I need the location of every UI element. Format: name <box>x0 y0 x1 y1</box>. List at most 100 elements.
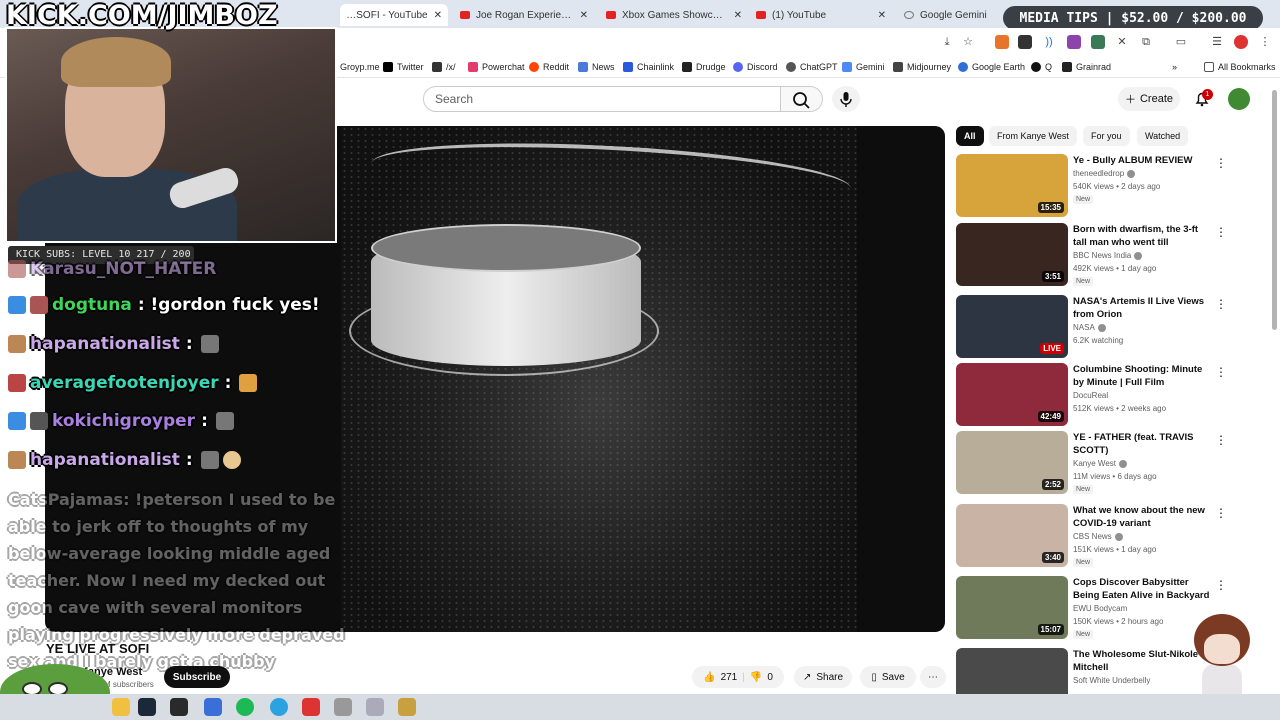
app-icon[interactable] <box>302 698 320 716</box>
account-avatar[interactable] <box>1228 88 1250 110</box>
audio-icon[interactable]: )) <box>1042 35 1056 49</box>
tab-ye-live[interactable]: YE LIVE AT SOFI - YouTube ✕ <box>340 4 448 26</box>
terminal-icon[interactable] <box>170 698 188 716</box>
recommended-video[interactable]: 3:51 Born with dwarfism, the 3-ft tall ma… <box>956 223 1256 286</box>
recommended-title[interactable]: Cops Discover Babysitter Being Eaten Ali… <box>1073 576 1211 602</box>
bookmark-twitter[interactable]: Twitter <box>383 60 424 74</box>
thumbs-up-icon[interactable]: 👍 <box>703 672 715 683</box>
extension-icon[interactable] <box>1091 35 1105 49</box>
tab-search-icon[interactable]: ▭ <box>1174 35 1188 49</box>
kebab-icon[interactable]: ⋮ <box>1215 365 1227 379</box>
bookmark-chatgpt[interactable]: ChatGPT <box>786 60 838 74</box>
recommended-video[interactable]: 15:35 Ye - Bully ALBUM REVIEW theneedledro… <box>956 154 1256 217</box>
star-icon[interactable]: ☆ <box>961 35 975 49</box>
bookmark-groyp[interactable]: Groyp.me <box>340 60 380 74</box>
recommended-channel[interactable]: Soft White Underbelly <box>1073 676 1150 685</box>
recommended-video[interactable]: 2:52 YE - FATHER (feat. TRAVIS SCOTT) Kany… <box>956 431 1256 494</box>
bookmark-news[interactable]: News <box>578 60 615 74</box>
bookmark-chainlink[interactable]: Chainlink <box>623 60 674 74</box>
bookmark-grainrad[interactable]: Grainrad <box>1062 60 1111 74</box>
recommended-title[interactable]: What we know about the new COVID-19 vari… <box>1073 504 1211 530</box>
like-count[interactable]: 271 <box>721 672 738 683</box>
subscribe-button[interactable]: Subscribe <box>164 666 230 688</box>
chip-from-kanye-west[interactable]: From Kanye West <box>989 126 1077 146</box>
bookmark-midjourney[interactable]: Midjourney <box>893 60 951 74</box>
video-thumbnail[interactable]: 2:52 <box>956 431 1068 494</box>
metamask-icon[interactable] <box>995 35 1009 49</box>
close-icon[interactable]: ✕ <box>434 10 442 21</box>
recommended-title[interactable]: YE - FATHER (feat. TRAVIS SCOTT) <box>1073 431 1211 457</box>
tab-joe-rogan[interactable]: Joe Rogan Experience #2479 ✕ <box>454 4 594 26</box>
kebab-icon[interactable]: ⋮ <box>1215 225 1227 239</box>
kebab-icon[interactable]: ⋮ <box>1215 297 1227 311</box>
recommended-video[interactable]: 42:49 Columbine Shooting: Minute by Minut… <box>956 363 1256 426</box>
search-button[interactable] <box>781 86 823 112</box>
recommended-channel[interactable]: CBS News <box>1073 532 1123 541</box>
chip-all[interactable]: All <box>956 126 984 146</box>
tab-youtube-home[interactable]: (1) YouTube ✕ <box>750 4 892 26</box>
close-icon[interactable]: ✕ <box>580 10 588 21</box>
all-bookmarks[interactable]: All Bookmarks <box>1204 60 1276 74</box>
scrollbar[interactable] <box>1272 90 1277 330</box>
file-explorer-icon[interactable] <box>112 698 130 716</box>
recommended-video[interactable]: LIVE NASA's Artemis II Live Views from Or… <box>956 295 1256 358</box>
bookmark-reddit[interactable]: Reddit <box>529 60 569 74</box>
menu-icon[interactable]: ☰ <box>1210 35 1224 49</box>
recommended-channel[interactable]: BBC News India <box>1073 251 1143 260</box>
telegram-icon[interactable] <box>270 698 288 716</box>
save-button[interactable]: ▯ Save <box>860 666 916 688</box>
recommended-channel[interactable]: theneedledrop <box>1073 169 1136 178</box>
bookmark-q[interactable]: Q <box>1031 60 1052 74</box>
search-input[interactable]: Search <box>423 86 781 112</box>
tab-gemini[interactable]: Google Gemini <box>898 4 998 26</box>
x-icon[interactable]: ✕ <box>1115 35 1129 49</box>
create-button[interactable]: ＋ Create <box>1118 87 1180 111</box>
video-thumbnail[interactable]: 3:51 <box>956 223 1068 286</box>
voice-search-button[interactable] <box>832 86 860 112</box>
more-actions-button[interactable]: ⋯ <box>920 666 946 688</box>
bookmark-powerchat[interactable]: Powerchat <box>468 60 525 74</box>
kebab-icon[interactable]: ⋮ <box>1215 156 1227 170</box>
extension-icon[interactable] <box>1067 35 1081 49</box>
app-icon[interactable] <box>334 698 352 716</box>
recommended-channel[interactable]: EWU Bodycam <box>1073 604 1127 613</box>
kebab-icon[interactable]: ⋮ <box>1215 578 1227 592</box>
recommended-channel[interactable]: Kanye West <box>1073 459 1127 468</box>
kebab-icon[interactable]: ⋮ <box>1258 35 1272 49</box>
thumbs-down-icon[interactable]: 👎 <box>750 672 762 683</box>
video-thumbnail[interactable]: 42:49 <box>956 363 1068 426</box>
chrome-icon[interactable] <box>204 698 222 716</box>
bookmark-gemini[interactable]: Gemini <box>842 60 885 74</box>
recommended-title[interactable]: Columbine Shooting: Minute by Minute | F… <box>1073 363 1211 389</box>
app-icon[interactable] <box>398 698 416 716</box>
spotify-icon[interactable] <box>236 698 254 716</box>
chip-watched[interactable]: Watched <box>1137 126 1189 146</box>
bookmark-google-earth[interactable]: Google Earth <box>958 60 1025 74</box>
close-icon[interactable]: ✕ <box>734 10 742 21</box>
kebab-icon[interactable]: ⋮ <box>1215 433 1227 447</box>
install-icon[interactable]: ⤓ <box>940 35 954 49</box>
recommended-channel[interactable]: NASA <box>1073 323 1106 332</box>
recommended-title[interactable]: Born with dwarfism, the 3-ft tall man wh… <box>1073 223 1211 249</box>
tab-xbox[interactable]: Xbox Games Showcase Retu ✕ <box>600 4 748 26</box>
puzzle-icon[interactable]: ⧉ <box>1139 35 1153 49</box>
bookmark-drudge[interactable]: Drudge <box>682 60 726 74</box>
share-button[interactable]: ↗ Share <box>794 666 852 688</box>
dislike-count[interactable]: 0 <box>767 672 773 683</box>
recommended-channel[interactable]: DocuReal <box>1073 391 1108 400</box>
recommended-title[interactable]: Ye - Bully ALBUM REVIEW <box>1073 154 1211 167</box>
video-thumbnail[interactable]: 15:07 <box>956 576 1068 639</box>
video-thumbnail[interactable]: 3:40 <box>956 504 1068 567</box>
chip-for-you[interactable]: For you <box>1083 126 1130 146</box>
kebab-icon[interactable]: ⋮ <box>1215 506 1227 520</box>
video-thumbnail[interactable]: LIVE <box>956 295 1068 358</box>
app-icon[interactable] <box>366 698 384 716</box>
video-thumbnail[interactable]: 15:35 <box>956 154 1068 217</box>
recommended-video[interactable]: 3:40 What we know about the new COVID-19 … <box>956 504 1256 567</box>
bookmarks-overflow[interactable]: » <box>1172 60 1177 74</box>
bookmark-x[interactable]: /x/ <box>432 60 456 74</box>
close-icon[interactable]: ✕ <box>878 10 886 21</box>
recommended-title[interactable]: NASA's Artemis II Live Views from Orion <box>1073 295 1211 321</box>
steam-icon[interactable] <box>138 698 156 716</box>
shield-icon[interactable] <box>1018 35 1032 49</box>
